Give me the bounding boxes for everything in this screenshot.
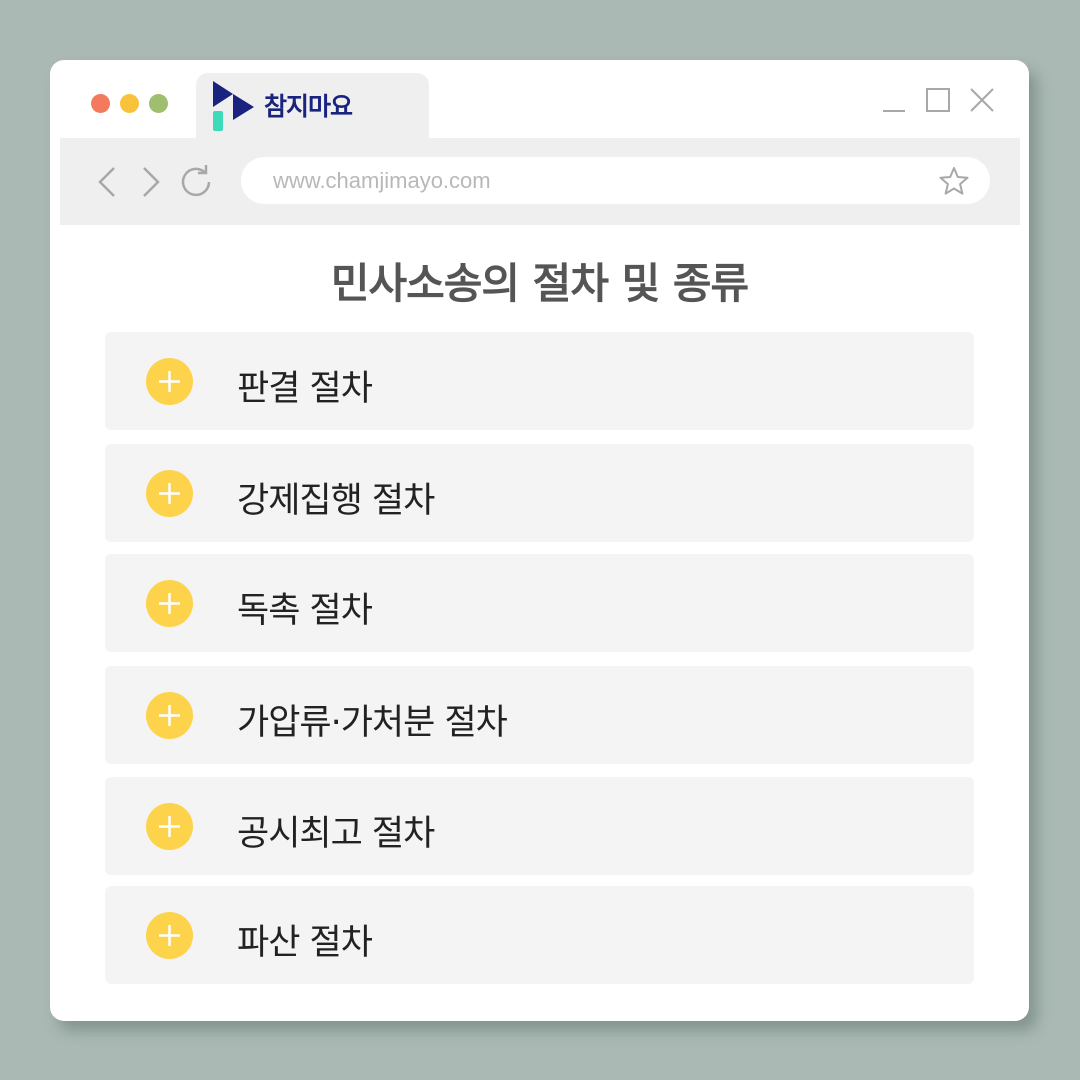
plus-icon[interactable] xyxy=(146,692,193,739)
list-item-label: 판결 절차 xyxy=(237,369,373,409)
chevron-left-icon[interactable] xyxy=(88,162,128,202)
url-text: www.chamjimayo.com xyxy=(273,168,491,193)
list-item-label: 강제집행 절차 xyxy=(237,481,435,521)
list-item-label: 파산 절차 xyxy=(237,923,373,963)
list-item[interactable]: 독촉 절차 xyxy=(105,554,974,652)
plus-icon[interactable] xyxy=(146,358,193,405)
browser-window: 참지마요 www.chamjimayo.com 민사소송의 절차 및 종류 판결… xyxy=(50,60,1029,1021)
list-item[interactable]: 파산 절차 xyxy=(105,886,974,984)
browser-tab[interactable]: 참지마요 xyxy=(196,73,429,139)
logo-text: 참지마요 xyxy=(264,92,353,121)
address-bar[interactable]: www.chamjimayo.com xyxy=(241,157,990,204)
minimize-traffic-light[interactable] xyxy=(120,94,139,113)
maximize-icon[interactable] xyxy=(924,86,952,114)
chevron-right-icon[interactable] xyxy=(130,162,170,202)
list-item[interactable]: 강제집행 절차 xyxy=(105,444,974,542)
browser-toolbar: www.chamjimayo.com xyxy=(60,138,1020,225)
minimize-icon[interactable] xyxy=(880,86,908,114)
list-item[interactable]: 판결 절차 xyxy=(105,332,974,430)
zoom-traffic-light[interactable] xyxy=(149,94,168,113)
plus-icon[interactable] xyxy=(146,470,193,517)
list-item-label: 독촉 절차 xyxy=(237,591,373,631)
star-icon[interactable] xyxy=(938,165,970,197)
list-item-label: 가압류·가처분 절차 xyxy=(237,703,508,743)
list-item[interactable]: 가압류·가처분 절차 xyxy=(105,666,974,764)
list-item[interactable]: 공시최고 절차 xyxy=(105,777,974,875)
close-icon[interactable] xyxy=(968,86,996,114)
plus-icon[interactable] xyxy=(146,912,193,959)
list-item-label: 공시최고 절차 xyxy=(237,814,435,854)
page-title: 민사소송의 절차 및 종류 xyxy=(330,259,749,308)
plus-icon[interactable] xyxy=(146,803,193,850)
logo-icon xyxy=(213,81,254,131)
plus-icon[interactable] xyxy=(146,580,193,627)
close-traffic-light[interactable] xyxy=(91,94,110,113)
reload-icon[interactable] xyxy=(176,162,216,202)
